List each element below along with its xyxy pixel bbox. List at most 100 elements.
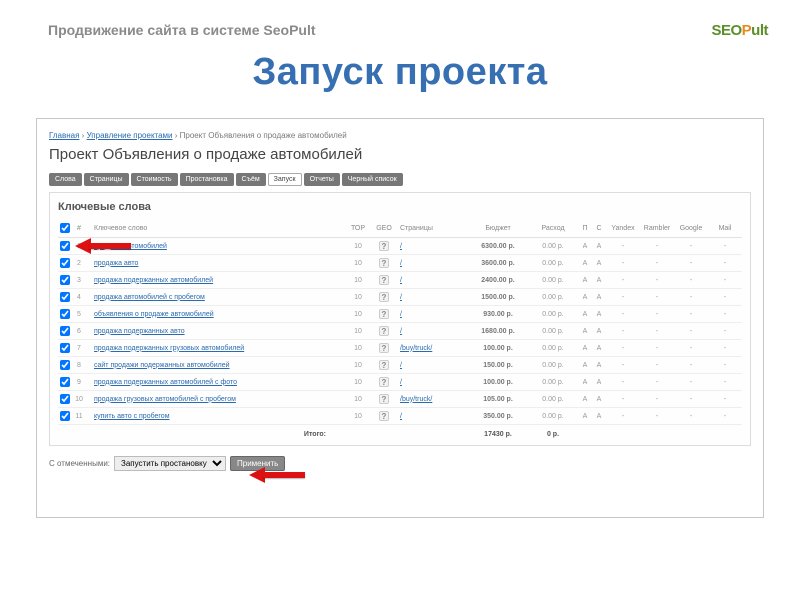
geo-help-icon[interactable]: ?: [379, 292, 389, 302]
row-checkbox[interactable]: [60, 309, 70, 319]
table-row: 6продажа подержанных авто10?/1680.00 р.0…: [58, 323, 742, 340]
tab-съём[interactable]: Съём: [236, 173, 266, 186]
page-link[interactable]: /: [400, 260, 402, 267]
keyword-link[interactable]: продажа подержанных автомобилей с фото: [94, 379, 237, 386]
page-link[interactable]: /: [400, 328, 402, 335]
page-link[interactable]: /: [400, 379, 402, 386]
row-checkbox[interactable]: [60, 292, 70, 302]
page-link[interactable]: /: [400, 413, 402, 420]
page-link[interactable]: /: [400, 362, 402, 369]
page-link[interactable]: /buy/truck/: [400, 345, 432, 352]
geo-help-icon[interactable]: ?: [379, 360, 389, 370]
row-p: А: [578, 289, 592, 306]
keyword-link[interactable]: продажа подержанных авто: [94, 328, 185, 335]
keyword-link[interactable]: сайт продажи подержанных автомобилей: [94, 362, 230, 369]
tab-стоимость[interactable]: Стоимость: [131, 173, 178, 186]
row-budget: 3600.00 р.: [468, 255, 528, 272]
keyword-link[interactable]: продажа автомобилей с пробегом: [94, 294, 205, 301]
tabs: СловаСтраницыСтоимостьПростановкаСъёмЗап…: [49, 173, 751, 186]
row-spend: 0.00 р.: [528, 357, 578, 374]
tab-черный список[interactable]: Черный список: [342, 173, 403, 186]
row-c: А: [592, 391, 606, 408]
keyword-link[interactable]: продажа грузовых автомобилей с пробегом: [94, 396, 236, 403]
geo-help-icon[interactable]: ?: [379, 258, 389, 268]
row-rambler: -: [640, 255, 674, 272]
row-spend: 0.00 р.: [528, 374, 578, 391]
page-link[interactable]: /: [400, 294, 402, 301]
row-c: А: [592, 323, 606, 340]
tab-страницы[interactable]: Страницы: [84, 173, 129, 186]
slide-title: Запуск проекта: [0, 51, 800, 94]
row-budget: 2400.00 р.: [468, 272, 528, 289]
geo-help-icon[interactable]: ?: [379, 241, 389, 251]
geo-help-icon[interactable]: ?: [379, 275, 389, 285]
row-top: 10: [346, 289, 370, 306]
row-number: 6: [72, 323, 86, 340]
keyword-link[interactable]: продажа подержанных грузовых автомобилей: [94, 345, 244, 352]
geo-help-icon[interactable]: ?: [379, 326, 389, 336]
geo-help-icon[interactable]: ?: [379, 309, 389, 319]
keywords-table: # Ключевое слово ТОР GEO Страницы Бюджет…: [58, 219, 742, 441]
row-checkbox[interactable]: [60, 275, 70, 285]
row-google: -: [674, 238, 708, 255]
tab-отчеты[interactable]: Отчеты: [304, 173, 340, 186]
bulk-actions: С отмеченными: Запустить простановку При…: [49, 456, 751, 471]
select-all-checkbox[interactable]: [60, 223, 70, 233]
row-budget: 100.00 р.: [468, 374, 528, 391]
keyword-link[interactable]: объявления о продаже автомобилей: [94, 311, 214, 318]
bulk-actions-label: С отмеченными:: [49, 459, 110, 468]
row-google: -: [674, 408, 708, 425]
bulk-action-select[interactable]: Запустить простановку: [114, 456, 226, 471]
breadcrumb-mgmt[interactable]: Управление проектами: [87, 131, 173, 140]
row-p: А: [578, 238, 592, 255]
apply-button[interactable]: Применить: [230, 456, 285, 471]
row-p: А: [578, 323, 592, 340]
breadcrumb-home[interactable]: Главная: [49, 131, 79, 140]
row-p: А: [578, 391, 592, 408]
row-c: А: [592, 272, 606, 289]
seopult-logo: SEOPult: [711, 22, 768, 39]
keyword-link[interactable]: продажа автомобилей: [94, 243, 167, 250]
col-rambler: Rambler: [640, 219, 674, 238]
tab-простановка[interactable]: Простановка: [180, 173, 234, 186]
row-checkbox[interactable]: [60, 411, 70, 421]
row-top: 10: [346, 357, 370, 374]
row-c: А: [592, 289, 606, 306]
row-checkbox[interactable]: [60, 343, 70, 353]
keyword-link[interactable]: купить авто с пробегом: [94, 413, 170, 420]
row-google: -: [674, 374, 708, 391]
tab-запуск[interactable]: Запуск: [268, 173, 302, 186]
row-checkbox[interactable]: [60, 326, 70, 336]
col-p: П: [578, 219, 592, 238]
row-rambler: -: [640, 272, 674, 289]
row-checkbox[interactable]: [60, 241, 70, 251]
col-keyword: Ключевое слово: [86, 219, 346, 238]
page-link[interactable]: /: [400, 277, 402, 284]
row-yandex: -: [606, 255, 640, 272]
geo-help-icon[interactable]: ?: [379, 377, 389, 387]
row-google: -: [674, 357, 708, 374]
row-top: 10: [346, 391, 370, 408]
tab-слова[interactable]: Слова: [49, 173, 82, 186]
page-link[interactable]: /: [400, 243, 402, 250]
row-google: -: [674, 340, 708, 357]
row-checkbox[interactable]: [60, 360, 70, 370]
row-budget: 100.00 р.: [468, 340, 528, 357]
row-number: 3: [72, 272, 86, 289]
row-mail: -: [708, 238, 742, 255]
geo-help-icon[interactable]: ?: [379, 411, 389, 421]
row-rambler: -: [640, 374, 674, 391]
geo-help-icon[interactable]: ?: [379, 343, 389, 353]
row-budget: 930.00 р.: [468, 306, 528, 323]
keyword-link[interactable]: продажа подержанных автомобилей: [94, 277, 213, 284]
page-link[interactable]: /buy/truck/: [400, 396, 432, 403]
geo-help-icon[interactable]: ?: [379, 394, 389, 404]
page-link[interactable]: /: [400, 311, 402, 318]
row-checkbox[interactable]: [60, 394, 70, 404]
row-budget: 6300.00 р.: [468, 238, 528, 255]
keyword-link[interactable]: продажа авто: [94, 260, 138, 267]
row-p: А: [578, 255, 592, 272]
row-checkbox[interactable]: [60, 377, 70, 387]
row-top: 10: [346, 306, 370, 323]
row-checkbox[interactable]: [60, 258, 70, 268]
